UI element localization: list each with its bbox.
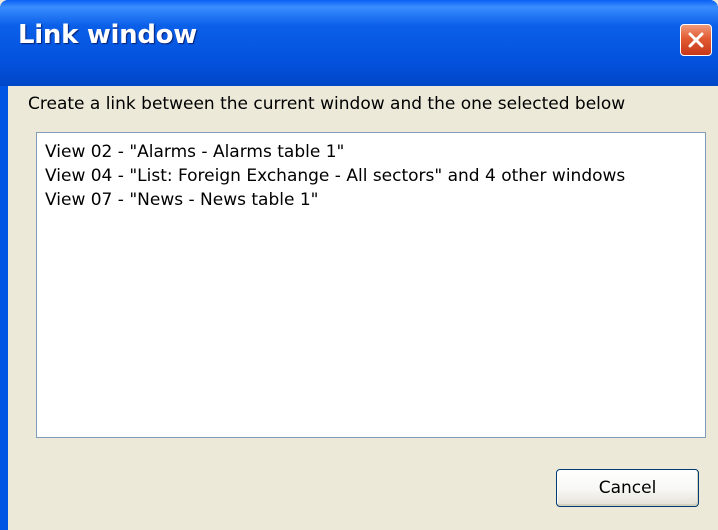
window-list[interactable]: View 02 - "Alarms - Alarms table 1" View…	[36, 132, 706, 438]
list-item[interactable]: View 02 - "Alarms - Alarms table 1"	[45, 141, 344, 163]
dialog-body: Create a link between the current window…	[8, 86, 718, 530]
dialog-description: Create a link between the current window…	[28, 94, 626, 114]
title-bar[interactable]: Link window	[0, 0, 718, 86]
close-button[interactable]	[680, 24, 712, 56]
window-title: Link window	[18, 20, 197, 50]
cancel-button[interactable]: Cancel	[556, 469, 699, 507]
list-item[interactable]: View 07 - "News - News table 1"	[45, 189, 318, 211]
close-icon	[688, 32, 704, 48]
link-window: Link window Create a link between the cu…	[0, 0, 718, 530]
list-item[interactable]: View 04 - "List: Foreign Exchange - All …	[45, 165, 625, 187]
